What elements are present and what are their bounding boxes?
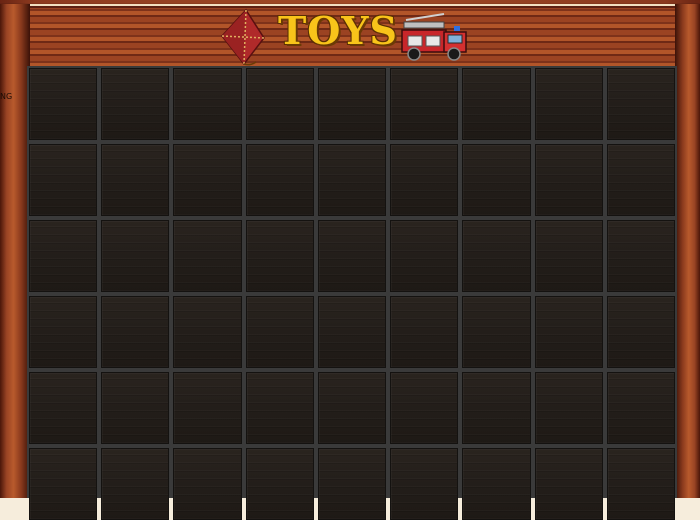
- inventory-slot[interactable]: [101, 372, 170, 444]
- inventory-slot[interactable]: [390, 448, 459, 520]
- inventory-slot[interactable]: [534, 220, 603, 292]
- left-post: [0, 4, 30, 498]
- right-post: [675, 4, 700, 498]
- inventory-slot[interactable]: [173, 448, 242, 520]
- inventory-slot[interactable]: [606, 372, 675, 444]
- inventory-slot[interactable]: [29, 144, 98, 216]
- inventory-slot[interactable]: [317, 68, 387, 140]
- inventory-slot[interactable]: [173, 296, 242, 368]
- inventory-slot[interactable]: [317, 144, 387, 216]
- kite-icon: [221, 8, 265, 66]
- inventory-slot[interactable]: [462, 220, 531, 292]
- inventory-slot[interactable]: [606, 220, 675, 292]
- inventory-slot[interactable]: [245, 220, 314, 292]
- inventory-slot[interactable]: [462, 68, 531, 140]
- inventory-slot[interactable]: [173, 372, 242, 444]
- inventory-slot[interactable]: [101, 448, 170, 520]
- inventory-slot[interactable]: [173, 220, 242, 292]
- inventory-slot[interactable]: [462, 296, 531, 368]
- inventory-slot[interactable]: [101, 144, 170, 216]
- inventory-slot[interactable]: [245, 372, 314, 444]
- inventory-slot[interactable]: [29, 372, 98, 444]
- inventory-slot[interactable]: [390, 68, 459, 140]
- side-label: NG: [0, 92, 13, 101]
- inventory-slot[interactable]: [245, 68, 314, 140]
- inventory-slot[interactable]: [29, 220, 98, 292]
- inventory-slot[interactable]: [101, 220, 170, 292]
- inventory-slot[interactable]: [317, 372, 387, 444]
- inventory-slot[interactable]: [245, 144, 314, 216]
- inventory-slot[interactable]: [317, 448, 387, 520]
- inventory-grid: [27, 66, 677, 520]
- inventory-slot[interactable]: [101, 296, 170, 368]
- inventory-slot[interactable]: [534, 144, 603, 216]
- inventory-slot[interactable]: [462, 144, 531, 216]
- inventory-slot[interactable]: [606, 448, 675, 520]
- inventory-slot[interactable]: [29, 296, 98, 368]
- inventory-slot[interactable]: [534, 296, 603, 368]
- inventory-slot[interactable]: [173, 144, 242, 216]
- inventory-slot[interactable]: [390, 296, 459, 368]
- inventory-slot[interactable]: [462, 372, 531, 444]
- inventory-slot[interactable]: [534, 448, 603, 520]
- inventory-slot[interactable]: [390, 144, 459, 216]
- fire-truck-icon: [401, 13, 467, 61]
- inventory-slot[interactable]: [462, 448, 531, 520]
- inventory-slot[interactable]: [390, 220, 459, 292]
- inventory-slot[interactable]: [101, 68, 170, 140]
- inventory-slot[interactable]: [29, 68, 98, 140]
- shelf-title: TOYS: [278, 8, 398, 53]
- inventory-slot[interactable]: [245, 448, 314, 520]
- inventory-slot[interactable]: [317, 220, 387, 292]
- inventory-slot[interactable]: [245, 296, 314, 368]
- inventory-slot[interactable]: [317, 296, 387, 368]
- inventory-slot[interactable]: [534, 372, 603, 444]
- inventory-slot[interactable]: [29, 448, 98, 520]
- inventory-slot[interactable]: [606, 144, 675, 216]
- inventory-slot[interactable]: [173, 68, 242, 140]
- inventory-slot[interactable]: [606, 68, 675, 140]
- inventory-slot[interactable]: [534, 68, 603, 140]
- inventory-slot[interactable]: [606, 296, 675, 368]
- inventory-slot[interactable]: [390, 372, 459, 444]
